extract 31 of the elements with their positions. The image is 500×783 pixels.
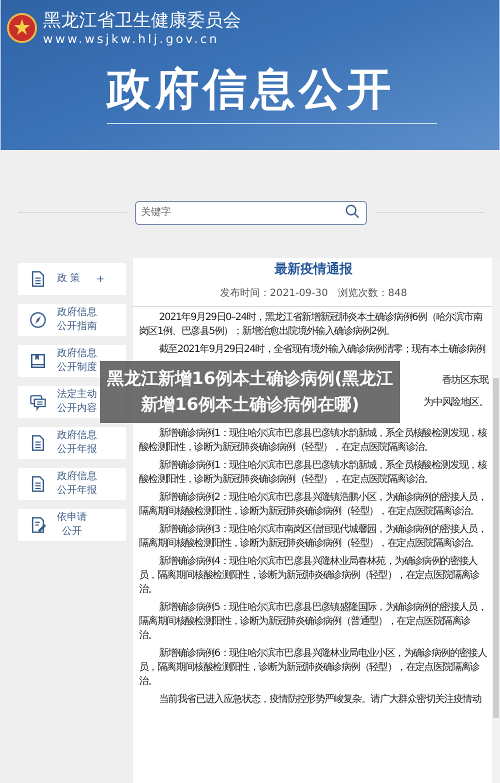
sidebar-label: 公开指南 <box>57 320 97 334</box>
article-paragraph: 新增确诊病例2：现住哈尔滨市巴彦县兴隆镇浩鹏小区，为确诊病例的密接人员，隔离期间核酸检测阳性，诊断为新冠肺炎确诊病例（轻型），在定点医院隔离诊治。 <box>139 491 488 519</box>
page-title: 政府信息公开 <box>107 60 437 124</box>
sidebar-label: 政府信息 <box>57 470 97 484</box>
article-paragraph: 2021年9月29日0–24时，黑龙江省新增新冠肺炎本土确诊病例6例（哈尔滨市南岗区1例、巴彦县5例）；新增治愈出院境外输入确诊病例2例。 <box>139 311 484 339</box>
article-title: 最新疫情通报 <box>274 260 354 278</box>
article-text: 为中风险地区。 <box>424 396 488 410</box>
sidebar-label: 政府信息 <box>57 347 97 361</box>
org-name: 黑龙江省卫生健康委员会 <box>43 10 241 32</box>
article-paragraph: 新增确诊病例6：现住哈尔滨市巴彦县兴隆林业局电业小区，为确诊病例的密接人员，隔离期间核酸检测阳性，诊断为新冠肺炎确诊病例（轻型），在定点医院隔离诊治。 <box>139 647 488 689</box>
sidebar-label: 政府信息 <box>57 306 97 320</box>
site-url: www.wsjkw.hlj.gov.cn <box>43 32 220 46</box>
article-paragraph: 新增确诊病例1：现住哈尔滨市巴彦县巴彦镇水韵新城，系全员核酸检测发现，核酸检测阳性，诊断为新冠肺炎确诊病例（轻型），在定点医院隔离诊治。 <box>139 459 488 487</box>
sidebar-label: 法定主动 <box>57 388 97 402</box>
sidebar-label: 依申请 <box>57 511 87 525</box>
sidebar-label: 公开年报 <box>57 443 97 457</box>
sidebar-label: 公开内容 <box>57 402 97 416</box>
sidebar-label: 公开年报 <box>57 484 97 498</box>
headline-toast: 黑龙江新增16例本土确诊病例(黑龙江新增16例本土确诊病例在哪) <box>100 361 400 423</box>
article-text: 香坊区东珉 <box>442 374 488 388</box>
article-paragraph: 新增确诊病例5：现住哈尔滨市巴彦县巴彦镇盛隆国际，为确诊病例的密接人员，隔离期间核酸检测阳性，诊断为新冠肺炎确诊病例（普通型），在定点医院隔离诊治。 <box>139 601 488 643</box>
article-paragraph: 新增确诊病例1：现住哈尔滨市巴彦县巴彦镇水韵新城，系全员核酸检测发现，核酸检测阳性，诊断为新冠肺炎确诊病例（轻型），在定点医院隔离诊治。 <box>139 427 488 455</box>
sidebar-label: 政 策 <box>57 272 80 286</box>
article-paragraph: 截至2021年9月29日24时，全省现有境外输入确诊病例清零；现有本土确诊病例 <box>158 343 486 357</box>
article-meta: 发布时间：2021-09-30 浏览次数：848 <box>218 286 408 300</box>
article-paragraph: 新增确诊病例3：现住哈尔滨市南岗区信恒现代城馨园，为确诊病例的密接人员，隔离期间核酸检测阳性，诊断为新冠肺炎确诊病例（轻型），在定点医院隔离诊治。 <box>139 523 488 551</box>
article-paragraph: 新增确诊病例4：现住哈尔滨市巴彦县兴隆林业局春林苑，为确诊病例的密接人员，隔离期间核酸检测阳性，诊断为新冠肺炎确诊病例（轻型），在定点医院隔离诊治。 <box>139 555 480 597</box>
article-paragraph: 当前我省已进入应急状态，疫情防控形势严峻复杂。请广大群众密切关注疫情动 <box>158 693 482 707</box>
sidebar-label: 政府信息 <box>57 429 97 443</box>
sidebar-label: 公开 <box>62 525 82 539</box>
sidebar-label: 公开制度 <box>57 361 97 375</box>
